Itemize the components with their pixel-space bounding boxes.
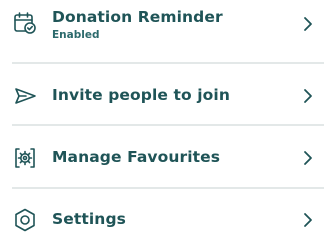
divider [12,62,324,64]
divider [12,124,324,126]
calendar-check-icon [12,10,38,36]
divider [12,187,324,189]
settings-menu: Donation Reminder Enabled Invite people … [0,0,324,249]
favourites-gear-icon [12,145,38,171]
chevron-right-icon [302,87,314,105]
chevron-right-icon [302,211,314,229]
menu-item-label: Settings [52,210,126,228]
hexagon-settings-icon [12,207,38,233]
menu-item-donation-reminder[interactable]: Donation Reminder Enabled [0,2,324,44]
menu-item-label: Donation Reminder [52,8,223,26]
status-label: Enabled [52,29,100,41]
menu-item-label: Manage Favourites [52,148,221,166]
chevron-right-icon [302,15,314,33]
menu-item-manage-favourites[interactable]: Manage Favourites [0,138,324,178]
chevron-right-icon [302,149,314,167]
menu-item-label: Invite people to join [52,86,230,104]
paper-plane-icon [12,83,38,109]
menu-item-invite-people[interactable]: Invite people to join [0,76,324,116]
menu-item-settings[interactable]: Settings [0,200,324,240]
